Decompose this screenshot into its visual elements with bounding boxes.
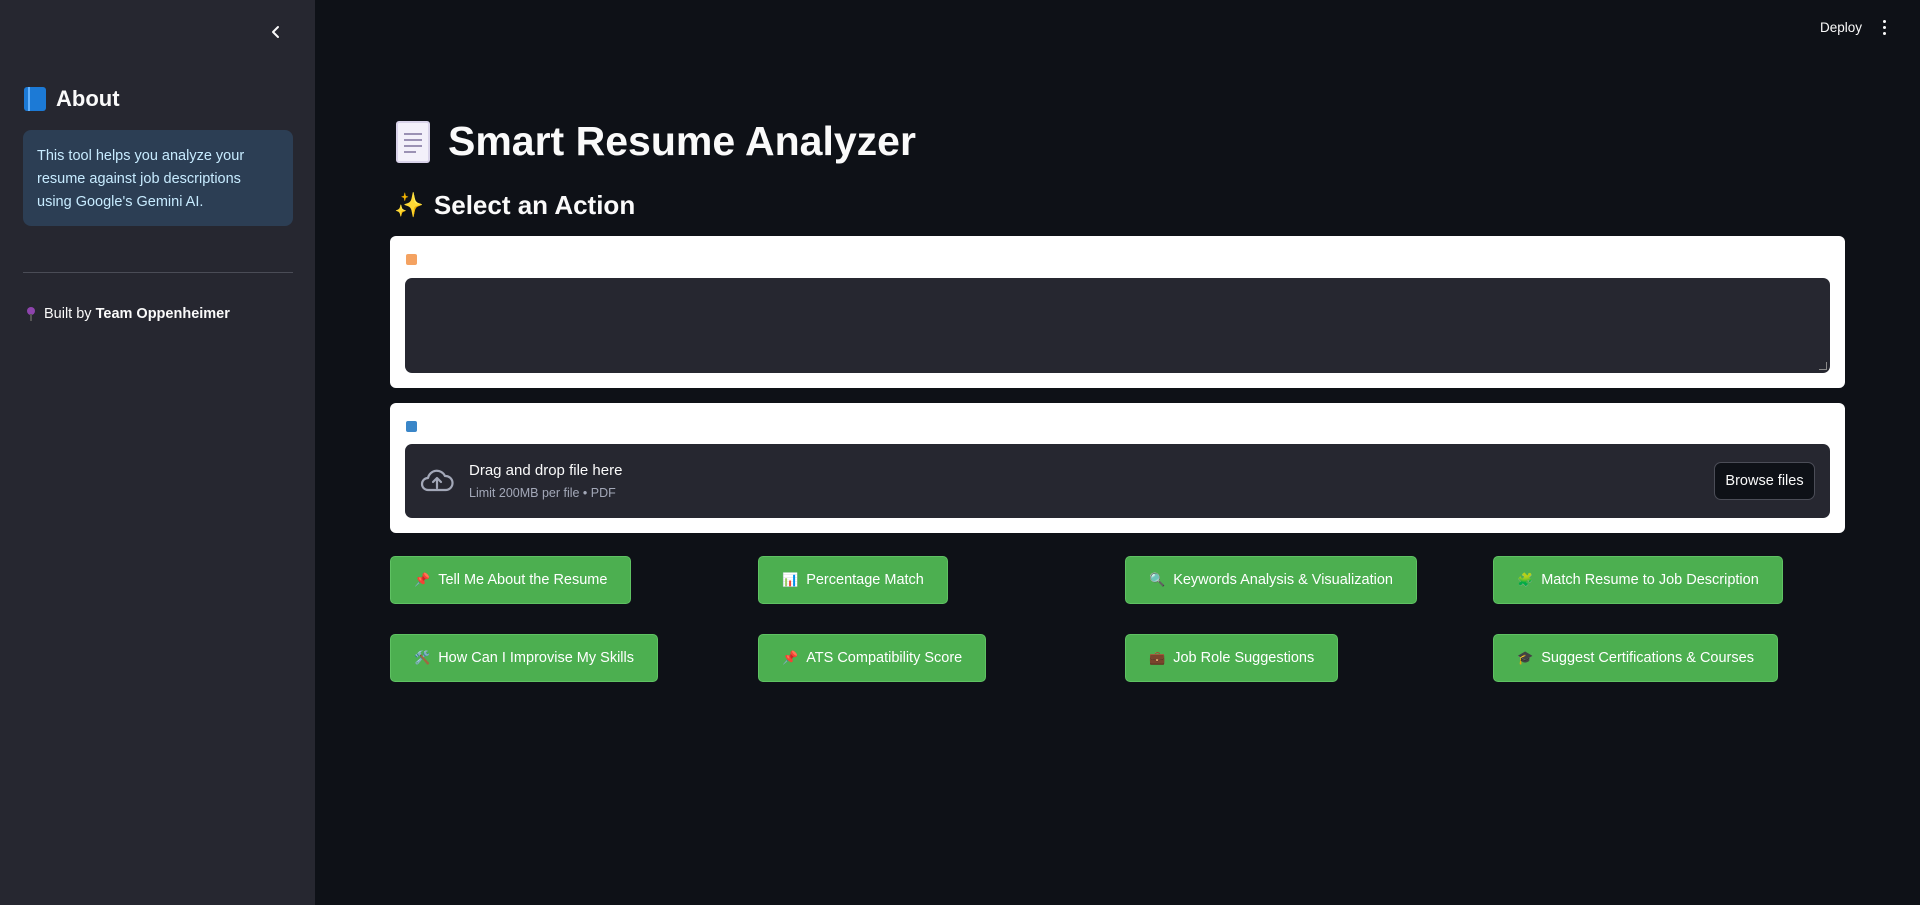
suggest-certifications-button[interactable]: 🎓 Suggest Certifications & Courses: [1493, 634, 1778, 682]
about-heading: About: [24, 86, 120, 112]
ats-score-button[interactable]: 📌 ATS Compatibility Score: [758, 634, 987, 682]
pin-icon: [26, 307, 36, 321]
tell-me-about-resume-button[interactable]: 📌 Tell Me About the Resume: [390, 556, 632, 604]
dropzone-limit: Limit 200MB per file • PDF: [469, 486, 616, 500]
job-role-suggestions-button[interactable]: 💼 Job Role Suggestions: [1125, 634, 1339, 682]
sidebar: About This tool helps you analyze your r…: [0, 0, 315, 905]
memo-icon: [406, 254, 417, 265]
button-label: Tell Me About the Resume: [438, 572, 608, 588]
pushpin-icon: 📌: [414, 572, 431, 587]
pushpin-icon: 📌: [782, 650, 799, 665]
sparkles-icon: ✨: [394, 192, 424, 219]
graduation-cap-icon: 🎓: [1517, 650, 1534, 665]
book-icon: [24, 87, 46, 111]
built-by-prefix: Built by: [44, 306, 92, 322]
resume-upload-card: Drag and drop file here Limit 200MB per …: [390, 403, 1845, 533]
deploy-button[interactable]: Deploy: [1820, 20, 1862, 35]
section-title-text: Select an Action: [433, 190, 636, 220]
tools-icon: 🛠️: [414, 650, 431, 665]
percentage-match-button[interactable]: 📊 Percentage Match: [758, 556, 948, 604]
section-title: ✨ Select an Action: [394, 190, 635, 221]
page-title-text: Smart Resume Analyzer: [448, 118, 916, 164]
app-root: About This tool helps you analyze your r…: [0, 0, 1920, 905]
job-description-label: [406, 254, 417, 265]
document-icon: [396, 120, 430, 163]
briefcase-icon: 💼: [1149, 650, 1166, 665]
button-label: ATS Compatibility Score: [806, 650, 963, 666]
about-info-box: This tool helps you analyze your resume …: [23, 130, 293, 226]
button-label: Percentage Match: [806, 572, 924, 588]
page-title: Smart Resume Analyzer: [396, 118, 916, 165]
button-label: How Can I Improvise My Skills: [438, 650, 634, 666]
dropzone-title: Drag and drop file here: [469, 462, 623, 479]
sidebar-divider: [23, 272, 293, 273]
resume-upload-label: [406, 421, 417, 432]
team-name: Team Oppenheimer: [95, 306, 230, 322]
collapse-sidebar-button[interactable]: [264, 20, 288, 44]
about-title: About: [56, 86, 120, 111]
file-dropzone[interactable]: Drag and drop file here Limit 200MB per …: [405, 444, 1830, 518]
cloud-upload-icon: [420, 469, 454, 492]
button-label: Job Role Suggestions: [1173, 650, 1315, 666]
button-label: Match Resume to Job Description: [1541, 572, 1759, 588]
button-label: Keywords Analysis & Visualization: [1173, 572, 1393, 588]
browse-files-button[interactable]: Browse files: [1714, 462, 1815, 500]
job-description-textarea[interactable]: [405, 278, 1830, 373]
chevron-left-icon: [272, 26, 279, 38]
more-vertical-icon[interactable]: [1876, 18, 1892, 36]
match-resume-button[interactable]: 🧩 Match Resume to Job Description: [1493, 556, 1783, 604]
magnifier-icon: 🔍: [1149, 572, 1166, 587]
built-by: Built by Team Oppenheimer: [26, 306, 230, 322]
button-label: Suggest Certifications & Courses: [1541, 650, 1754, 666]
inbox-tray-icon: [406, 421, 417, 432]
keywords-analysis-button[interactable]: 🔍 Keywords Analysis & Visualization: [1125, 556, 1417, 604]
resize-handle[interactable]: [1819, 362, 1827, 370]
bar-chart-icon: 📊: [782, 572, 799, 587]
improvise-skills-button[interactable]: 🛠️ How Can I Improvise My Skills: [390, 634, 658, 682]
puzzle-icon: 🧩: [1517, 572, 1534, 587]
job-description-card: [390, 236, 1845, 388]
